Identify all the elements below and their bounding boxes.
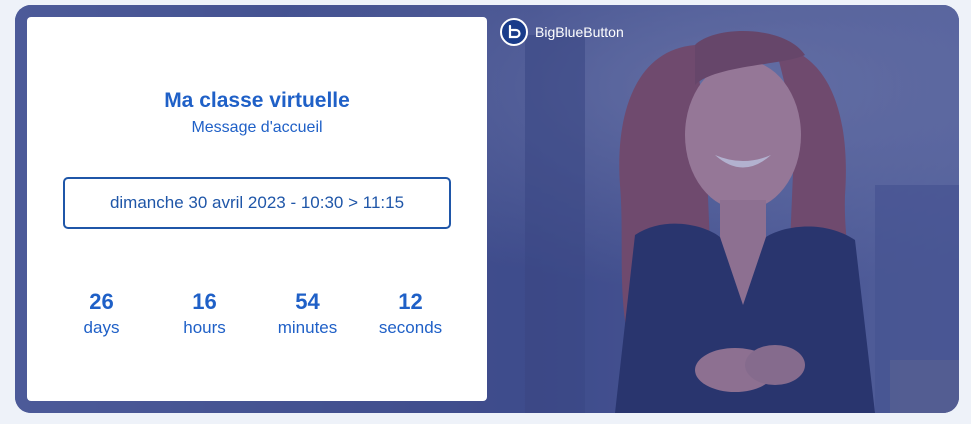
brand-name: BigBlueButton: [535, 24, 624, 40]
countdown: 26 days 16 hours 54 minutes 12 seconds: [50, 289, 470, 341]
countdown-seconds: 12 seconds: [359, 289, 462, 341]
countdown-hours-label: hours: [183, 318, 226, 337]
welcome-banner: BigBlueButton Ma classe virtuelle Messag…: [15, 5, 959, 413]
countdown-days-label: days: [83, 318, 120, 337]
countdown-hours-value: 16: [192, 289, 217, 314]
countdown-days-value: 26: [89, 289, 114, 314]
countdown-minutes-label: minutes: [277, 318, 338, 337]
countdown-hours: 16 hours: [153, 289, 256, 341]
countdown-minutes: 54 minutes: [256, 289, 359, 341]
meeting-card: Ma classe virtuelle Message d'accueil di…: [27, 17, 487, 401]
meeting-schedule: dimanche 30 avril 2023 - 10:30 > 11:15: [63, 177, 451, 229]
bigbluebutton-logo-icon: [500, 18, 528, 46]
countdown-seconds-value: 12: [398, 289, 423, 314]
brand: BigBlueButton: [500, 18, 624, 46]
meeting-schedule-text: dimanche 30 avril 2023 - 10:30 > 11:15: [109, 193, 405, 212]
meeting-title: Ma classe virtuelle: [164, 89, 350, 112]
countdown-days: 26 days: [50, 289, 153, 341]
countdown-seconds-label: seconds: [378, 318, 443, 337]
welcome-message: Message d'accueil: [191, 119, 323, 136]
countdown-minutes-value: 54: [295, 289, 320, 314]
